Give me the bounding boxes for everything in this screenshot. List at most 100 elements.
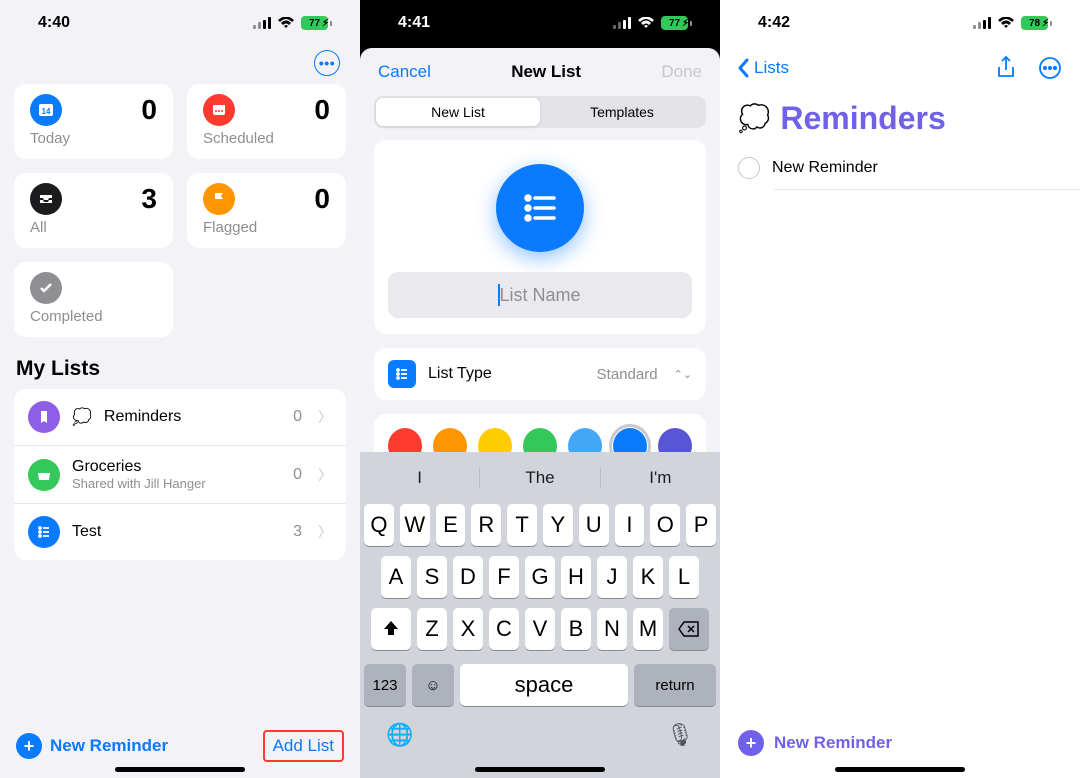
status-time: 4:41 bbox=[398, 14, 430, 32]
radio-unchecked-icon[interactable] bbox=[738, 157, 760, 179]
today-card[interactable]: 14 0 Today bbox=[14, 84, 173, 159]
cancel-button[interactable]: Cancel bbox=[378, 62, 431, 82]
all-card[interactable]: 3 All bbox=[14, 173, 173, 248]
new-reminder-button[interactable]: + New Reminder bbox=[738, 730, 892, 756]
divider bbox=[774, 189, 1080, 190]
more-options-button[interactable] bbox=[1038, 56, 1062, 80]
completed-card[interactable]: Completed bbox=[14, 262, 173, 337]
battery-percent: 77 bbox=[309, 18, 320, 29]
keyboard: I The I'm QWERTYUIOPASDFGHJKLZXCVBNM 123… bbox=[360, 452, 720, 778]
key-letter[interactable]: F bbox=[489, 556, 519, 598]
list-title: Groceries bbox=[72, 458, 281, 476]
suggestion[interactable]: The bbox=[480, 468, 600, 488]
back-button[interactable]: Lists bbox=[738, 58, 789, 78]
key-letter[interactable]: Q bbox=[364, 504, 394, 546]
segment-templates[interactable]: Templates bbox=[540, 98, 704, 126]
share-icon[interactable] bbox=[996, 56, 1016, 80]
key-letter[interactable]: X bbox=[453, 608, 483, 650]
key-letter[interactable]: P bbox=[686, 504, 716, 546]
all-count: 3 bbox=[141, 183, 157, 215]
key-letter[interactable]: E bbox=[436, 504, 466, 546]
key-letter[interactable]: R bbox=[471, 504, 501, 546]
checkmark-icon bbox=[30, 272, 62, 304]
key-letter[interactable]: A bbox=[381, 556, 411, 598]
key-letter[interactable]: W bbox=[400, 504, 430, 546]
new-reminder-label: New Reminder bbox=[50, 736, 168, 756]
new-list-modal-screen: 4:41 77⚡︎ Cancel New List Done New List … bbox=[360, 0, 720, 778]
globe-icon[interactable]: 🌐 bbox=[386, 722, 413, 748]
new-list-sheet: Cancel New List Done New List Templates … bbox=[360, 48, 720, 778]
key-emoji[interactable]: ☺ bbox=[412, 664, 454, 706]
more-options-button[interactable]: ••• bbox=[314, 50, 340, 76]
key-letter[interactable]: L bbox=[669, 556, 699, 598]
battery-percent: 77 bbox=[669, 18, 680, 29]
list-name-input[interactable]: List Name bbox=[388, 272, 692, 318]
key-letter[interactable]: O bbox=[650, 504, 680, 546]
plus-circle-icon: + bbox=[16, 733, 42, 759]
key-letter[interactable]: C bbox=[489, 608, 519, 650]
new-reminder-label: New Reminder bbox=[774, 733, 892, 753]
reminder-text[interactable]: New Reminder bbox=[772, 159, 878, 177]
key-letter[interactable]: H bbox=[561, 556, 591, 598]
basket-icon bbox=[28, 459, 60, 491]
key-letter[interactable]: T bbox=[507, 504, 537, 546]
key-letter[interactable]: S bbox=[417, 556, 447, 598]
key-delete[interactable] bbox=[669, 608, 709, 650]
key-letter[interactable]: N bbox=[597, 608, 627, 650]
list-title: Test bbox=[72, 523, 281, 541]
battery-percent: 78 bbox=[1029, 18, 1040, 29]
done-button[interactable]: Done bbox=[661, 62, 702, 82]
flagged-card[interactable]: 0 Flagged bbox=[187, 173, 346, 248]
key-letter[interactable]: I bbox=[615, 504, 645, 546]
key-letter[interactable]: J bbox=[597, 556, 627, 598]
key-shift[interactable] bbox=[371, 608, 411, 650]
scheduled-card[interactable]: 0 Scheduled bbox=[187, 84, 346, 159]
home-indicator[interactable] bbox=[115, 767, 245, 772]
list-count: 3 bbox=[293, 523, 302, 541]
key-letter[interactable]: K bbox=[633, 556, 663, 598]
list-row-groceries[interactable]: Groceries Shared with Jill Hanger 0 〉 bbox=[14, 446, 346, 504]
calendar-today-icon: 14 bbox=[30, 94, 62, 126]
list-type-icon bbox=[388, 360, 416, 388]
suggestion[interactable]: I'm bbox=[601, 468, 720, 488]
all-label: All bbox=[30, 219, 157, 236]
battery-icon: 77⚡︎ bbox=[661, 16, 692, 30]
segment-newlist[interactable]: New List bbox=[376, 98, 540, 126]
key-letter[interactable]: M bbox=[633, 608, 663, 650]
list-row-test[interactable]: Test 3 〉 bbox=[14, 504, 346, 560]
key-letter[interactable]: B bbox=[561, 608, 591, 650]
list-name-placeholder: List Name bbox=[499, 285, 580, 306]
key-123[interactable]: 123 bbox=[364, 664, 406, 706]
key-return[interactable]: return bbox=[634, 664, 716, 706]
add-list-button[interactable]: Add List bbox=[263, 730, 344, 762]
home-indicator[interactable] bbox=[475, 767, 605, 772]
chevron-right-icon: 〉 bbox=[318, 522, 332, 542]
key-letter[interactable]: U bbox=[579, 504, 609, 546]
status-right: 78⚡︎ bbox=[973, 16, 1052, 30]
list-count: 0 bbox=[293, 408, 302, 426]
chevron-left-icon bbox=[738, 58, 750, 78]
list-type-value: Standard bbox=[597, 366, 658, 383]
segment-control[interactable]: New List Templates bbox=[374, 96, 706, 128]
nav-bar: Lists bbox=[720, 46, 1080, 84]
key-letter[interactable]: G bbox=[525, 556, 555, 598]
bookmark-icon bbox=[28, 401, 60, 433]
home-indicator[interactable] bbox=[835, 767, 965, 772]
key-letter[interactable]: D bbox=[453, 556, 483, 598]
suggestion[interactable]: I bbox=[360, 468, 480, 488]
flagged-count: 0 bbox=[314, 183, 330, 215]
key-letter[interactable]: Z bbox=[417, 608, 447, 650]
cellular-icon bbox=[613, 17, 631, 29]
list-row-reminders[interactable]: 💭 Reminders 0 〉 bbox=[14, 389, 346, 446]
key-letter[interactable]: V bbox=[525, 608, 555, 650]
list-type-row[interactable]: List Type Standard ⌃⌄ bbox=[374, 348, 706, 400]
wifi-icon bbox=[637, 17, 655, 29]
new-reminder-button[interactable]: + New Reminder bbox=[16, 733, 168, 759]
reminder-item[interactable]: New Reminder bbox=[720, 147, 1080, 189]
calendar-icon bbox=[203, 94, 235, 126]
key-letter[interactable]: Y bbox=[543, 504, 573, 546]
key-space[interactable]: space bbox=[460, 664, 628, 706]
flag-icon bbox=[203, 183, 235, 215]
mic-icon[interactable]: 🎙 bbox=[666, 722, 694, 748]
cloud-emoji-icon: 💭 bbox=[72, 407, 92, 427]
